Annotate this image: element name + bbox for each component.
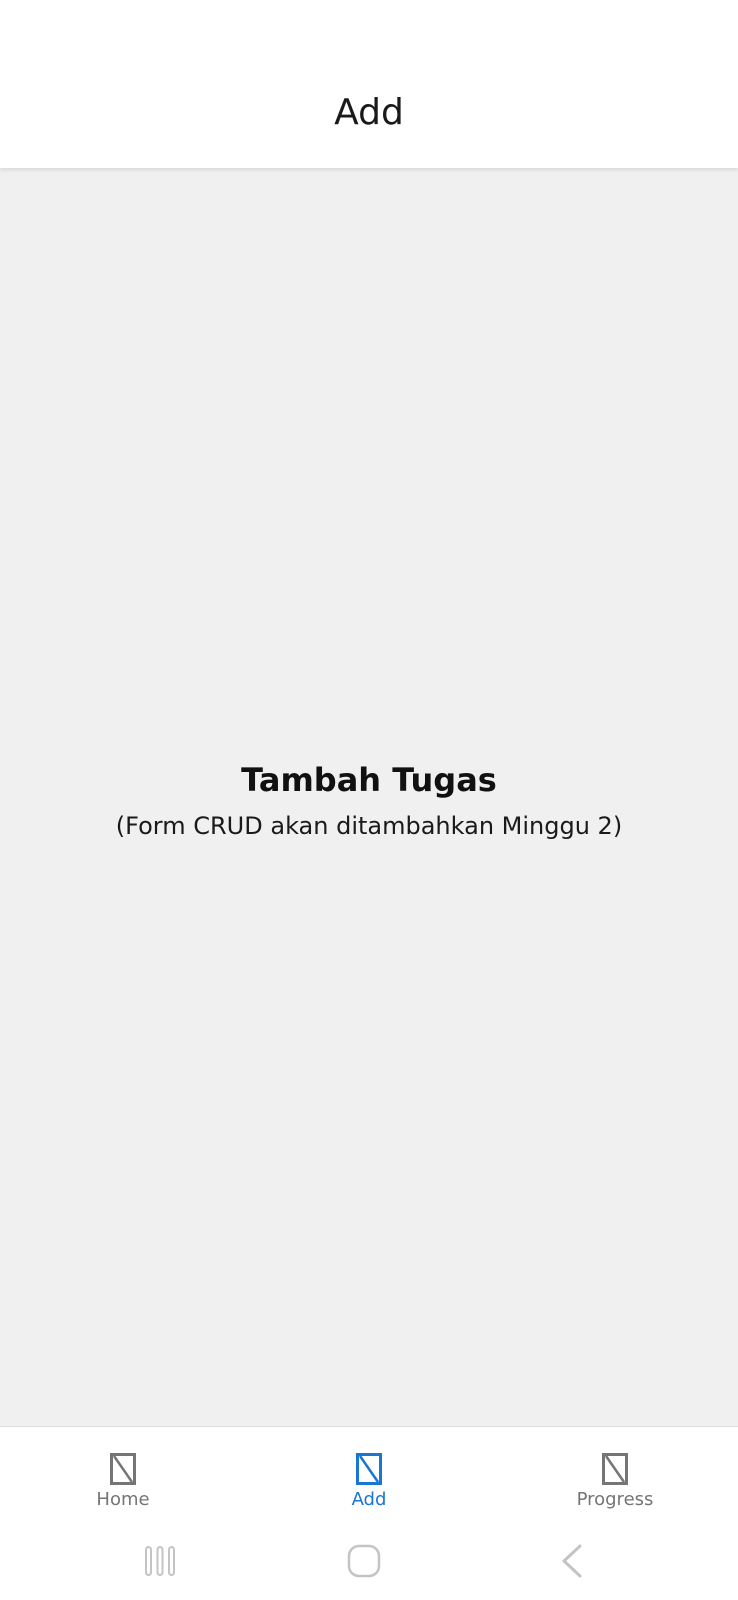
- back-icon[interactable]: [542, 1536, 602, 1586]
- tab-progress[interactable]: Progress: [492, 1427, 738, 1526]
- main-content: Tambah Tugas (Form CRUD akan ditambahkan…: [0, 168, 738, 1426]
- content-subtitle: (Form CRUD akan ditambahkan Minggu 2): [115, 812, 623, 840]
- placeholder-icon: [356, 1453, 382, 1485]
- system-nav-bar: [0, 1526, 738, 1600]
- tab-home-label: Home: [96, 1489, 150, 1510]
- tab-add-label: Add: [351, 1489, 387, 1510]
- home-icon[interactable]: [335, 1536, 395, 1586]
- placeholder-icon: [110, 1453, 136, 1485]
- screen: Add Tambah Tugas (Form CRUD akan ditamba…: [0, 0, 738, 1600]
- app-header: Add: [0, 0, 738, 168]
- tab-add[interactable]: Add: [246, 1427, 492, 1526]
- page-title: Add: [334, 92, 404, 133]
- recents-icon[interactable]: [130, 1536, 190, 1586]
- tab-progress-label: Progress: [576, 1489, 654, 1510]
- tab-home[interactable]: Home: [0, 1427, 246, 1526]
- bottom-tab-bar: Home Add Progress: [0, 1426, 738, 1526]
- content-title: Tambah Tugas: [241, 761, 497, 799]
- placeholder-icon: [602, 1453, 628, 1485]
